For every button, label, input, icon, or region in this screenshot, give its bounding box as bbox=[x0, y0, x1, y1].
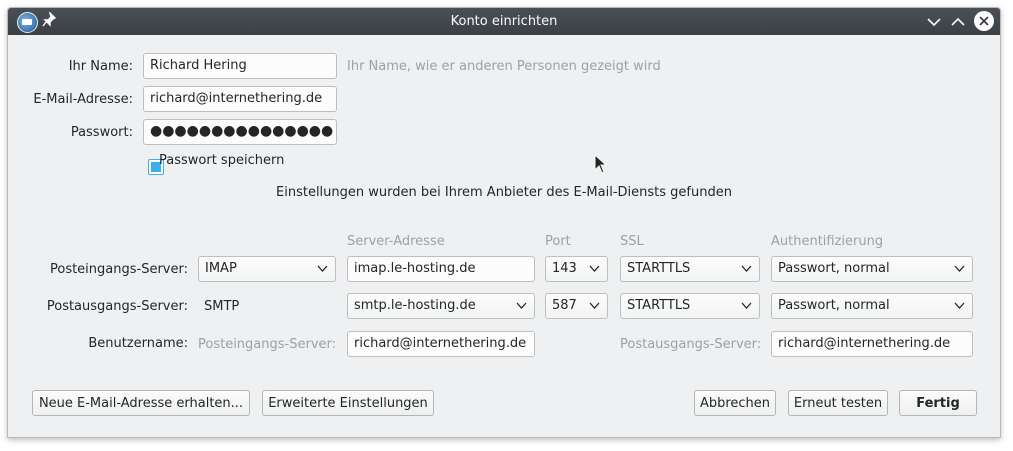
password-input[interactable]: ●●●●●●●●●●●●●●● bbox=[143, 119, 337, 145]
chevron-down-icon bbox=[589, 265, 600, 272]
outgoing-protocol-value: SMTP bbox=[204, 299, 240, 314]
window-title: Konto einrichten bbox=[450, 14, 558, 29]
maximize-icon[interactable] bbox=[947, 11, 969, 33]
incoming-port-value: 143 bbox=[552, 261, 577, 276]
outgoing-auth-select[interactable]: Passwort, normal bbox=[771, 293, 973, 319]
outgoing-auth-value: Passwort, normal bbox=[778, 298, 890, 313]
status-message: Einstellungen wurden bei Ihrem Anbieter … bbox=[276, 185, 732, 200]
username-outgoing-input[interactable]: richard@internethering.de bbox=[771, 331, 973, 357]
close-icon[interactable] bbox=[974, 11, 994, 31]
chevron-down-icon bbox=[954, 302, 965, 309]
retest-button[interactable]: Erneut testen bbox=[788, 390, 888, 416]
incoming-auth-select[interactable]: Passwort, normal bbox=[771, 256, 973, 282]
username-incoming-input[interactable]: richard@internethering.de bbox=[347, 331, 535, 357]
advanced-settings-button[interactable]: Erweiterte Einstellungen bbox=[262, 390, 434, 416]
header-authentication: Authentifizierung bbox=[771, 234, 884, 249]
incoming-ssl-value: STARTTLS bbox=[627, 261, 691, 276]
incoming-ssl-select[interactable]: STARTTLS bbox=[620, 256, 760, 282]
done-button[interactable]: Fertig bbox=[899, 390, 977, 416]
header-ssl: SSL bbox=[620, 234, 644, 249]
cancel-button[interactable]: Abbrechen bbox=[694, 390, 776, 416]
incoming-server-label: Posteingangs-Server: bbox=[49, 262, 188, 277]
username-outgoing-hint: Postausgangs-Server: bbox=[620, 337, 762, 352]
email-label: E-Mail-Adresse: bbox=[33, 92, 133, 107]
username-incoming-hint: Posteingangs-Server: bbox=[198, 337, 337, 352]
name-label: Ihr Name: bbox=[68, 59, 133, 74]
name-input[interactable]: Richard Hering bbox=[143, 53, 337, 79]
remember-password-label[interactable]: Passwort speichern bbox=[159, 153, 284, 168]
incoming-protocol-value: IMAP bbox=[205, 261, 237, 276]
incoming-protocol-select[interactable]: IMAP bbox=[198, 256, 336, 282]
username-label: Benutzername: bbox=[88, 336, 188, 351]
outgoing-server-label: Postausgangs-Server: bbox=[46, 299, 188, 314]
account-setup-dialog: Konto einrichten Ihr Name: Richard Herin… bbox=[7, 7, 1001, 438]
chevron-down-icon bbox=[741, 302, 752, 309]
new-email-address-button[interactable]: Neue E-Mail-Adresse erhalten... bbox=[32, 390, 250, 416]
name-hint: Ihr Name, wie er anderen Personen gezeig… bbox=[347, 59, 661, 74]
outgoing-address-select[interactable]: smtp.le-hosting.de bbox=[347, 293, 535, 319]
outgoing-ssl-value: STARTTLS bbox=[627, 298, 691, 313]
outgoing-address-value: smtp.le-hosting.de bbox=[354, 298, 476, 313]
chevron-down-icon bbox=[589, 302, 600, 309]
chevron-down-icon bbox=[516, 302, 527, 309]
password-label: Passwort: bbox=[70, 125, 133, 140]
outgoing-port-select[interactable]: 587 bbox=[545, 293, 608, 319]
chevron-down-icon bbox=[954, 265, 965, 272]
outgoing-ssl-select[interactable]: STARTTLS bbox=[620, 293, 760, 319]
chevron-down-icon bbox=[741, 265, 752, 272]
chevron-down-icon bbox=[317, 265, 328, 272]
incoming-address-input[interactable]: imap.le-hosting.de bbox=[347, 256, 535, 282]
outgoing-port-value: 587 bbox=[552, 298, 577, 313]
mouse-cursor-icon bbox=[594, 154, 608, 174]
incoming-port-select[interactable]: 143 bbox=[545, 256, 608, 282]
incoming-auth-value: Passwort, normal bbox=[778, 261, 890, 276]
email-input[interactable]: richard@internethering.de bbox=[143, 86, 337, 112]
title-bar: Konto einrichten bbox=[8, 8, 1000, 35]
header-server-address: Server-Adresse bbox=[347, 234, 445, 249]
minimize-icon[interactable] bbox=[923, 11, 945, 33]
header-port: Port bbox=[545, 234, 571, 249]
